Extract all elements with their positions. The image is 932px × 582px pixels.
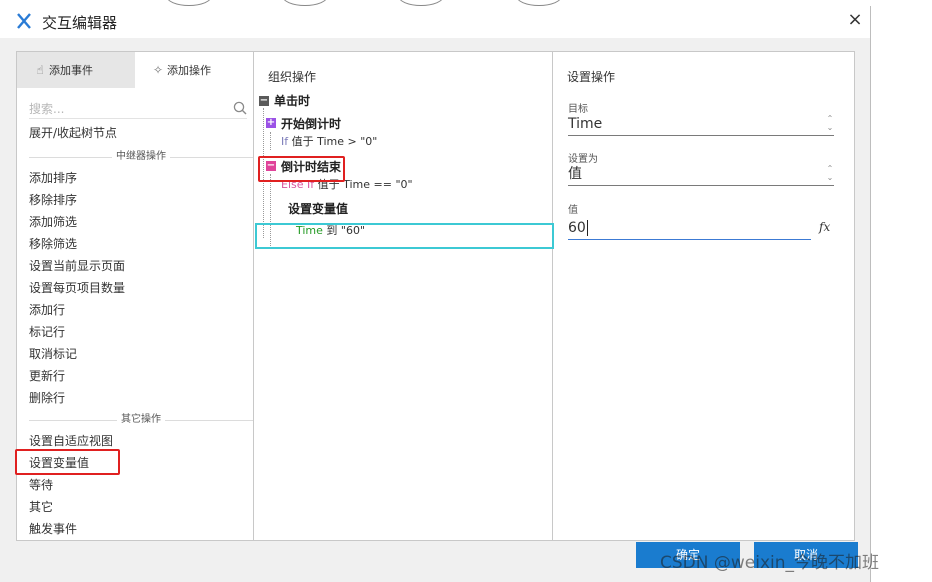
chevron-updown-icon: ⌃ ⌄	[826, 114, 834, 132]
list-item[interactable]: 删除行	[29, 389, 65, 407]
list-item[interactable]: 设置自适应视图	[29, 432, 113, 450]
tab-label: 添加事件	[49, 64, 93, 77]
tree-connector	[270, 132, 271, 150]
interaction-editor-dialog: 交互编辑器 × ☝ 添加事件 ✧添加操作 展开/收起树节点 中继器操作	[0, 6, 870, 582]
sparkle-icon: ✧	[152, 63, 164, 77]
actions-panel: ☝ 添加事件 ✧添加操作 展开/收起树节点 中继器操作 添加排序 移除排序 添加筛…	[15, 52, 254, 540]
list-item[interactable]: 其它	[29, 498, 53, 516]
tab-add-event[interactable]: ☝ 添加事件	[17, 52, 135, 88]
pointer-icon: ☝	[36, 63, 44, 77]
expand-icon[interactable]: +	[266, 118, 276, 128]
list-item[interactable]: 取消标记	[29, 345, 77, 363]
case-condition: If 值于 Time > "0"	[281, 133, 377, 149]
case-node[interactable]: 开始倒计时	[281, 115, 341, 132]
axure-logo-icon	[17, 13, 31, 29]
close-icon[interactable]: ×	[846, 11, 864, 29]
section-label: 中继器操作	[112, 150, 170, 164]
highlight-annotation	[15, 449, 120, 475]
condition-text: 值于 Time > "0"	[291, 135, 378, 148]
panel-title: 设置操作	[567, 70, 616, 84]
list-item-expand-collapse[interactable]: 展开/收起树节点	[29, 124, 117, 142]
list-item[interactable]: 标记行	[29, 323, 65, 341]
tab-label: 添加操作	[167, 64, 211, 77]
highlight-annotation	[258, 156, 345, 182]
title-bar: 交互编辑器 ×	[0, 6, 870, 38]
value-input[interactable]: 60	[568, 217, 811, 240]
panel-title: 组织操作	[268, 70, 317, 84]
value-label: 值	[568, 205, 578, 216]
cancel-button[interactable]: 取消	[754, 542, 858, 568]
fx-icon[interactable]: fx	[819, 220, 830, 234]
list-item[interactable]: 添加筛选	[29, 213, 77, 231]
event-node[interactable]: 单击时	[274, 92, 310, 109]
tab-add-action[interactable]: ✧ 添加操作	[135, 52, 253, 88]
list-item[interactable]: 更新行	[29, 367, 65, 385]
collapse-icon[interactable]: −	[259, 96, 269, 106]
dialog-title: 交互编辑器	[42, 14, 118, 32]
text-caret	[586, 220, 588, 236]
chevron-updown-icon: ⌃ ⌄	[826, 164, 834, 182]
search-input[interactable]	[29, 99, 219, 119]
search-box	[29, 98, 247, 119]
section-label: 其它操作	[117, 413, 165, 427]
target-value: Time	[568, 116, 603, 132]
organize-actions-panel: 组织操作 − 单击时 + 开始倒计时 If 值于 Time > "0" − 倒计…	[254, 52, 554, 540]
list-item[interactable]: 触发事件	[29, 520, 77, 538]
target-select[interactable]: Time ⌃ ⌄	[568, 113, 834, 136]
section-header-other: 其它操作	[29, 413, 253, 427]
set-to-value: 值	[568, 166, 582, 182]
search-icon[interactable]	[233, 101, 247, 115]
section-header-repeater: 中继器操作	[29, 150, 253, 164]
list-item[interactable]: 设置每页项目数量	[29, 279, 125, 297]
list-item[interactable]: 添加排序	[29, 169, 77, 187]
configure-action-panel: 设置操作 目标 Time ⌃ ⌄ 设置为 值 ⌃ ⌄ 值 60 fx	[553, 52, 854, 540]
background-window	[870, 6, 932, 582]
ok-button[interactable]: 确定	[636, 542, 740, 568]
list-item[interactable]: 移除排序	[29, 191, 77, 209]
list-item[interactable]: 等待	[29, 476, 53, 494]
set-to-select[interactable]: 值 ⌃ ⌄	[568, 163, 834, 186]
selected-action-outline	[255, 223, 554, 249]
action-node[interactable]: 设置变量值	[288, 200, 348, 217]
editor-content: ☝ 添加事件 ✧添加操作 展开/收起树节点 中继器操作 添加排序 移除排序 添加筛…	[15, 51, 855, 541]
if-keyword: If	[281, 135, 289, 148]
value-text: 60	[568, 220, 586, 236]
list-item[interactable]: 添加行	[29, 301, 65, 319]
list-item[interactable]: 移除筛选	[29, 235, 77, 253]
list-item[interactable]: 设置当前显示页面	[29, 257, 125, 275]
